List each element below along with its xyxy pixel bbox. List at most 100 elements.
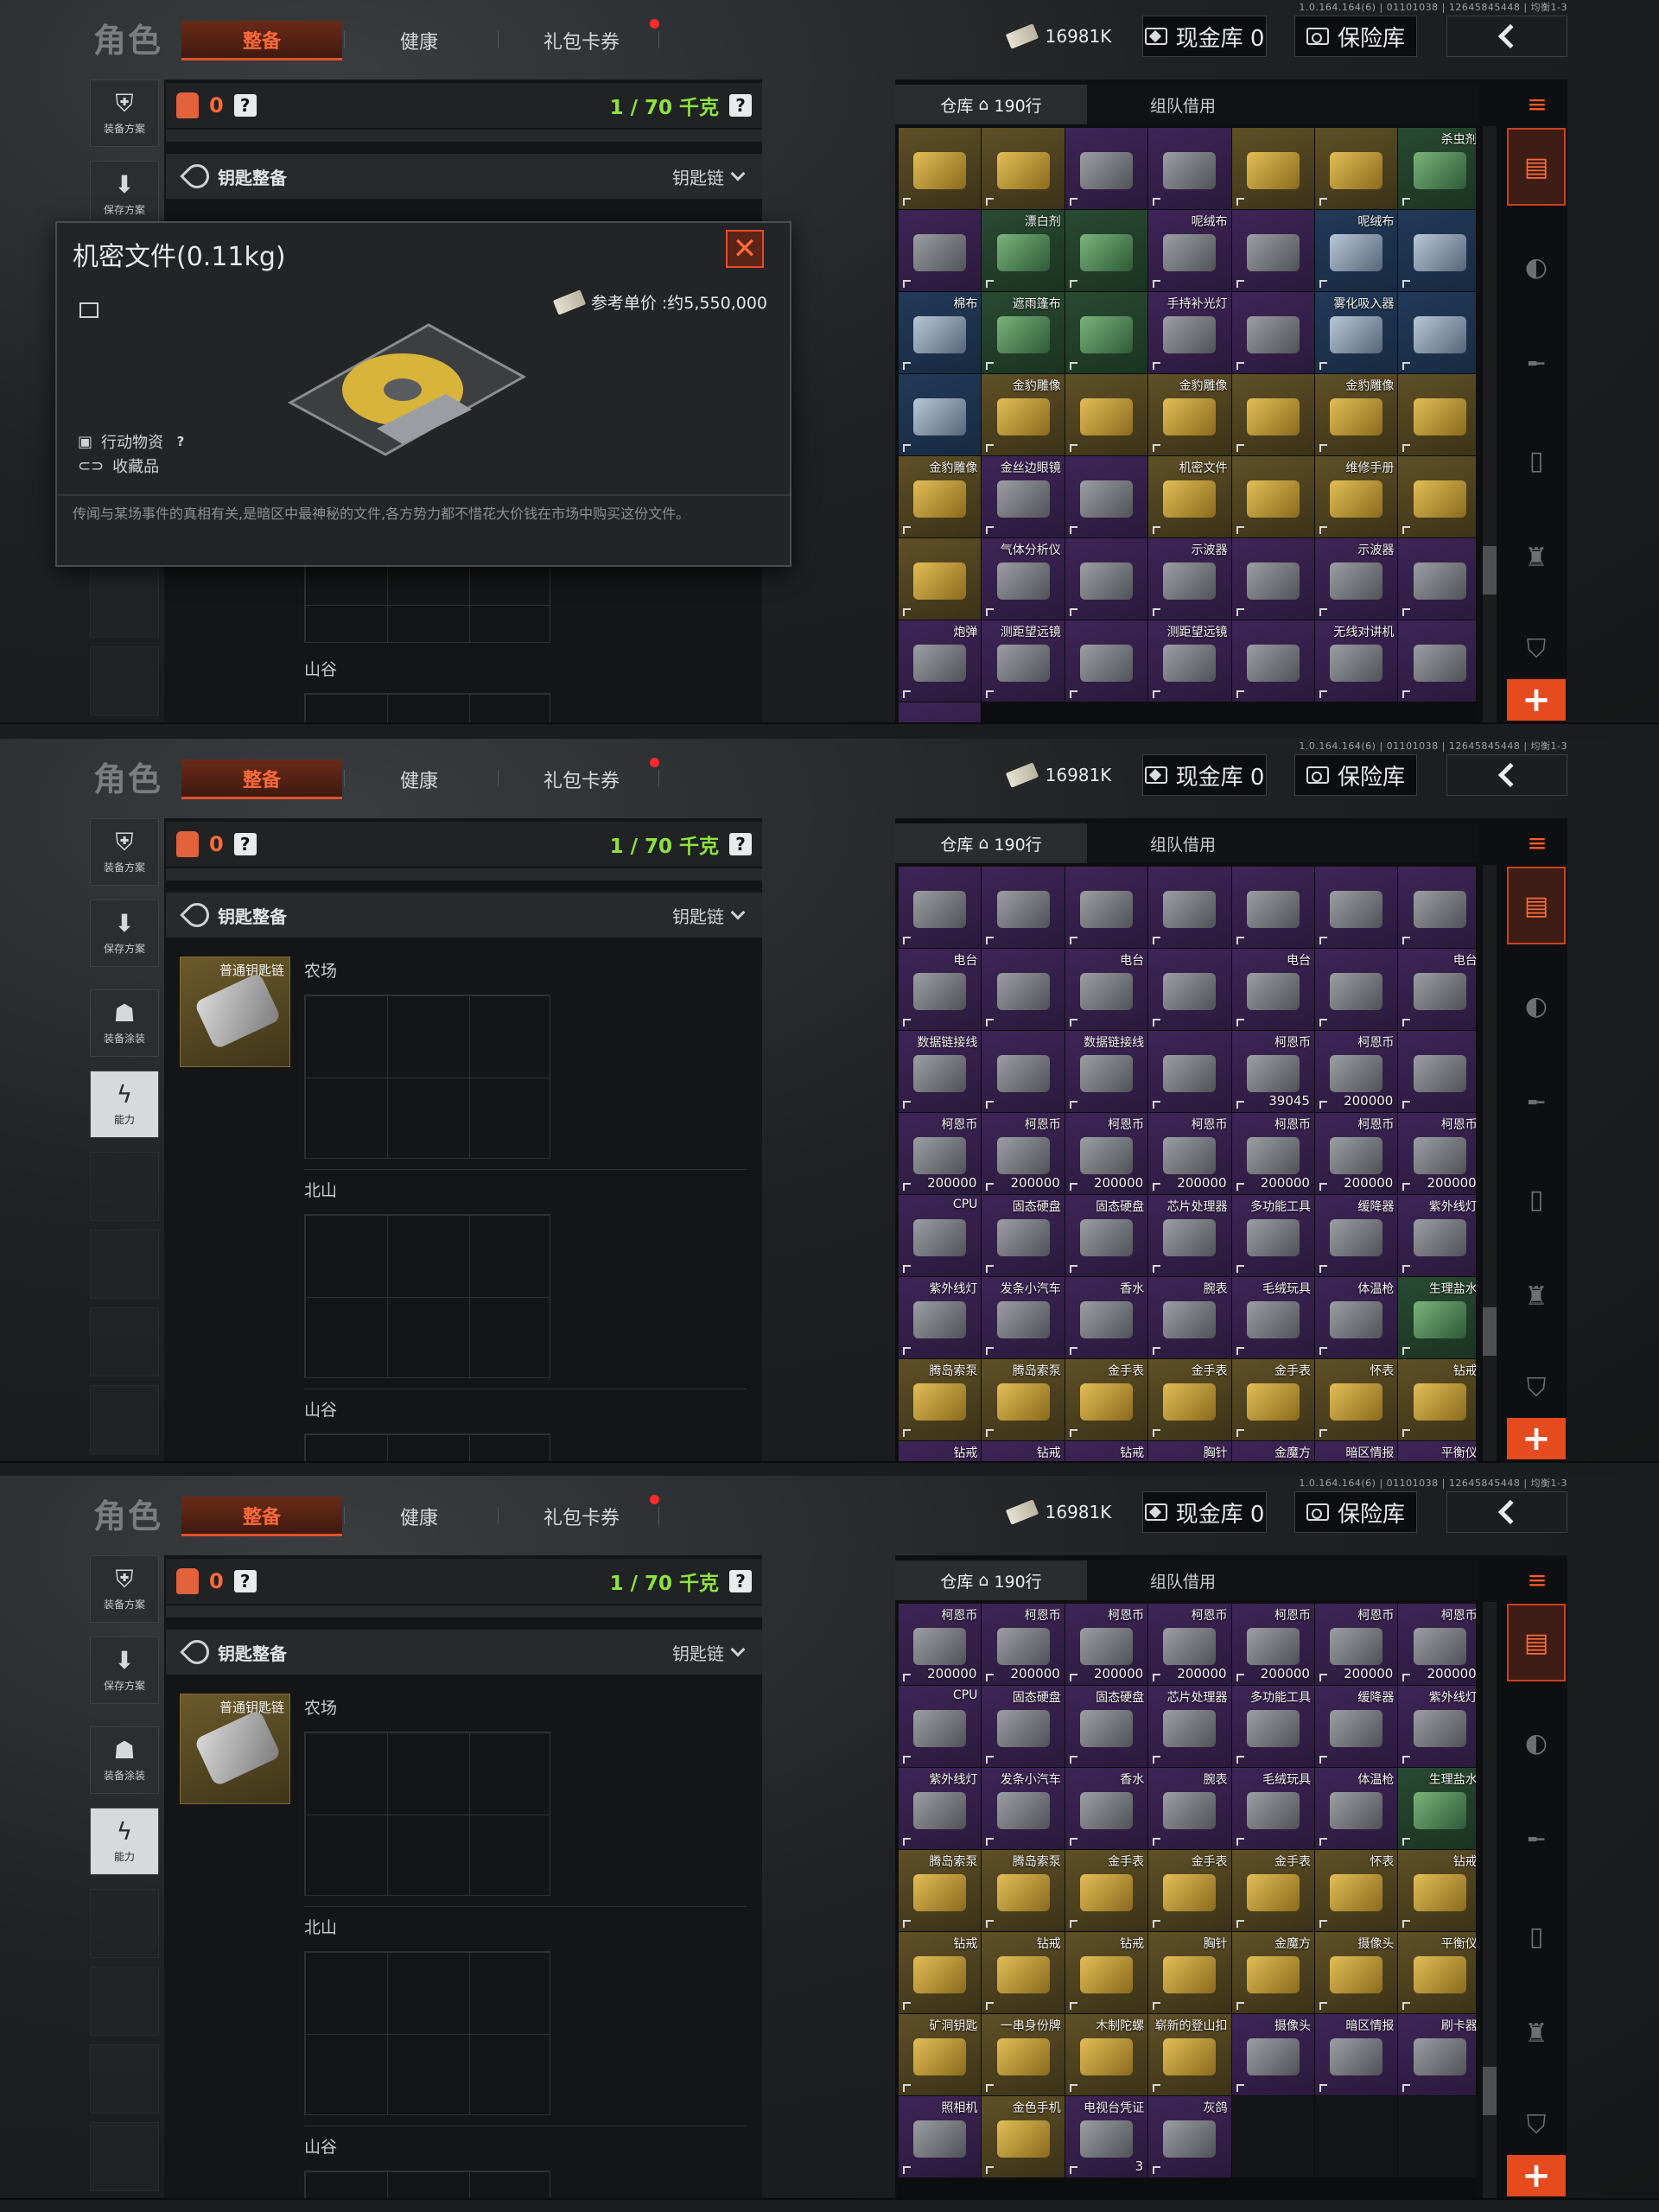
inventory-item[interactable]: 平衡仪	[1398, 1441, 1476, 1463]
inventory-item[interactable]: 腾岛索泵	[982, 1359, 1065, 1440]
inventory-item[interactable]: 多功能工具	[1231, 1195, 1314, 1276]
inventory-item[interactable]	[1065, 210, 1148, 291]
inventory-item[interactable]	[1231, 456, 1314, 537]
help-icon[interactable]: ?	[233, 833, 257, 855]
inventory-item[interactable]: 缓降器	[1314, 1195, 1398, 1276]
inventory-item[interactable]: 气体分析仪	[982, 538, 1065, 620]
inventory-item[interactable]: 照相机	[899, 2096, 982, 2177]
inventory-item[interactable]: 金色手机	[982, 2096, 1065, 2177]
inventory-item[interactable]: 金魔方	[1231, 1932, 1314, 2013]
inventory-item[interactable]: 固态硬盘	[1065, 1686, 1148, 1767]
inventory-item[interactable]: 数据链接线	[899, 1031, 982, 1112]
weight-help-icon[interactable]: ?	[729, 94, 752, 117]
inventory-item[interactable]	[1148, 1031, 1231, 1112]
inventory-item[interactable]	[1398, 456, 1476, 537]
inventory-item[interactable]: 金手表	[1231, 1359, 1314, 1440]
tab-team-borrow[interactable]: 组队借用	[1087, 823, 1279, 863]
key-grid-valley[interactable]	[304, 1433, 550, 1463]
inventory-item[interactable]: 柯恩币 200000	[1314, 1113, 1398, 1194]
inventory-item[interactable]	[1065, 128, 1148, 209]
key-grid-farm[interactable]	[304, 1732, 550, 1896]
inventory-item[interactable]: 矿洞钥匙	[899, 2014, 982, 2095]
key-grid-farm[interactable]	[304, 995, 550, 1159]
inventory-item[interactable]	[982, 128, 1065, 209]
keychain-selector[interactable]: 钥匙链	[672, 1640, 746, 1665]
key-grid-north[interactable]	[304, 1214, 550, 1378]
inventory-item[interactable]: 钻戒	[1065, 1932, 1148, 2013]
key-grid-valley[interactable]	[304, 2171, 550, 2200]
category-ammo-icon[interactable]: ♜	[1507, 518, 1566, 596]
inventory-item[interactable]: 柯恩币 200000	[899, 1604, 982, 1685]
tab-gift[interactable]: 礼包卡券	[501, 1497, 662, 1536]
inventory-item[interactable]: 紫外线灯	[899, 1768, 982, 1849]
keychain-selector[interactable]: 钥匙链	[672, 903, 746, 928]
inventory-item[interactable]	[1314, 128, 1398, 209]
inventory-item[interactable]: 摄像头	[1314, 1932, 1398, 2013]
inventory-item[interactable]	[1231, 128, 1314, 209]
inventory-item[interactable]: 杀虫剂	[1398, 128, 1476, 209]
inventory-item[interactable]: 柯恩币 200000	[1148, 1604, 1231, 1685]
tab-gift[interactable]: 礼包卡券	[501, 760, 662, 799]
inventory-item[interactable]: 一串身份牌	[982, 2014, 1065, 2095]
category-ammo-icon[interactable]: ♜	[1507, 1994, 1566, 2072]
inventory-item[interactable]: 柯恩币 200000	[1231, 1604, 1314, 1685]
inventory-item[interactable]	[899, 702, 982, 724]
inventory-item[interactable]: 发条小汽车	[982, 1277, 1065, 1358]
share-icon[interactable]	[79, 302, 99, 318]
inventory-item[interactable]: 金手表	[1231, 1850, 1314, 1931]
safe-button[interactable]: 保险库	[1294, 16, 1417, 57]
inventory-item[interactable]: 测距望远镜	[1148, 620, 1231, 702]
inventory-item[interactable]: 体温枪	[1314, 1768, 1398, 1849]
inventory-item[interactable]: 电视台凭证 3	[1065, 2096, 1148, 2177]
inventory-item[interactable]: 钻戒	[1065, 1441, 1148, 1463]
scroll-thumb[interactable]	[1483, 546, 1497, 594]
inventory-item[interactable]: 灰鸽	[1148, 2096, 1231, 2177]
equip-skin-button[interactable]: ☗ 装备涂装	[90, 989, 159, 1057]
back-button[interactable]	[1446, 16, 1567, 57]
inventory-item[interactable]: 怀表	[1314, 1850, 1398, 1931]
inventory-item[interactable]: 柯恩币 200000	[982, 1604, 1065, 1685]
category-all-icon[interactable]: ▤	[1507, 867, 1566, 944]
inventory-item[interactable]	[1065, 374, 1148, 455]
category-gear-icon[interactable]: ⛉	[1507, 1349, 1566, 1427]
cash-vault-button[interactable]: 现金库 0	[1142, 1491, 1267, 1533]
sort-icon[interactable]: ≡	[1519, 827, 1555, 858]
inventory-item[interactable]: 腕表	[1148, 1277, 1231, 1358]
inventory-item[interactable]: 钻戒	[1398, 1359, 1476, 1440]
category-all-icon[interactable]: ▤	[1507, 1604, 1566, 1681]
inventory-item[interactable]: 体温枪	[1314, 1277, 1398, 1358]
inventory-item[interactable]: 金豹雕像	[1314, 374, 1398, 455]
inventory-item[interactable]: 平衡仪	[1398, 1932, 1476, 2013]
inventory-item[interactable]: 柯恩币 200000	[1398, 1604, 1476, 1685]
inventory-item[interactable]: 漂白剂	[982, 210, 1065, 291]
inventory-item[interactable]	[899, 538, 982, 620]
inventory-item[interactable]: 发条小汽车	[982, 1768, 1065, 1849]
tab-health[interactable]: 健康	[339, 760, 499, 799]
safe-button[interactable]: 保险库	[1294, 1491, 1417, 1533]
inventory-item[interactable]: 怀表	[1314, 1359, 1398, 1440]
inventory-item[interactable]: 示波器	[1314, 538, 1398, 620]
inventory-item[interactable]	[1398, 374, 1476, 455]
inventory-item[interactable]: CPU	[899, 1686, 982, 1767]
inventory-item[interactable]: 电台	[1065, 949, 1148, 1030]
inventory-item[interactable]: 芯片处理器	[1148, 1686, 1231, 1767]
save-plan-button[interactable]: ⬇ 保存方案	[90, 1637, 159, 1704]
inventory-item[interactable]: 呢绒布	[1314, 210, 1398, 291]
inventory-item[interactable]: 香水	[1065, 1277, 1148, 1358]
inventory-item[interactable]	[1065, 292, 1148, 373]
category-weapon-icon[interactable]: ╾	[1507, 1064, 1566, 1141]
close-icon[interactable]: ✕	[726, 230, 764, 268]
inventory-item[interactable]: 呢绒布	[1148, 210, 1231, 291]
inventory-item[interactable]: 金豹雕像	[1148, 374, 1231, 455]
inventory-item[interactable]: 金豹雕像	[899, 456, 982, 537]
inventory-item[interactable]: 电台	[1398, 949, 1476, 1030]
keychain-bar[interactable]: 钥匙整备 钥匙链	[166, 154, 762, 199]
keychain-item[interactable]: 普通钥匙链	[180, 1694, 290, 1804]
category-magazine-icon[interactable]: ▯	[1507, 1160, 1566, 1238]
category-helmet-icon[interactable]: ◐	[1507, 1704, 1566, 1782]
inventory-item[interactable]: 维修手册	[1314, 456, 1398, 537]
inventory-item[interactable]: 金豹雕像	[982, 374, 1065, 455]
inventory-item[interactable]	[1231, 620, 1314, 702]
inventory-item[interactable]	[1231, 374, 1314, 455]
key-grid-valley[interactable]	[304, 693, 550, 724]
